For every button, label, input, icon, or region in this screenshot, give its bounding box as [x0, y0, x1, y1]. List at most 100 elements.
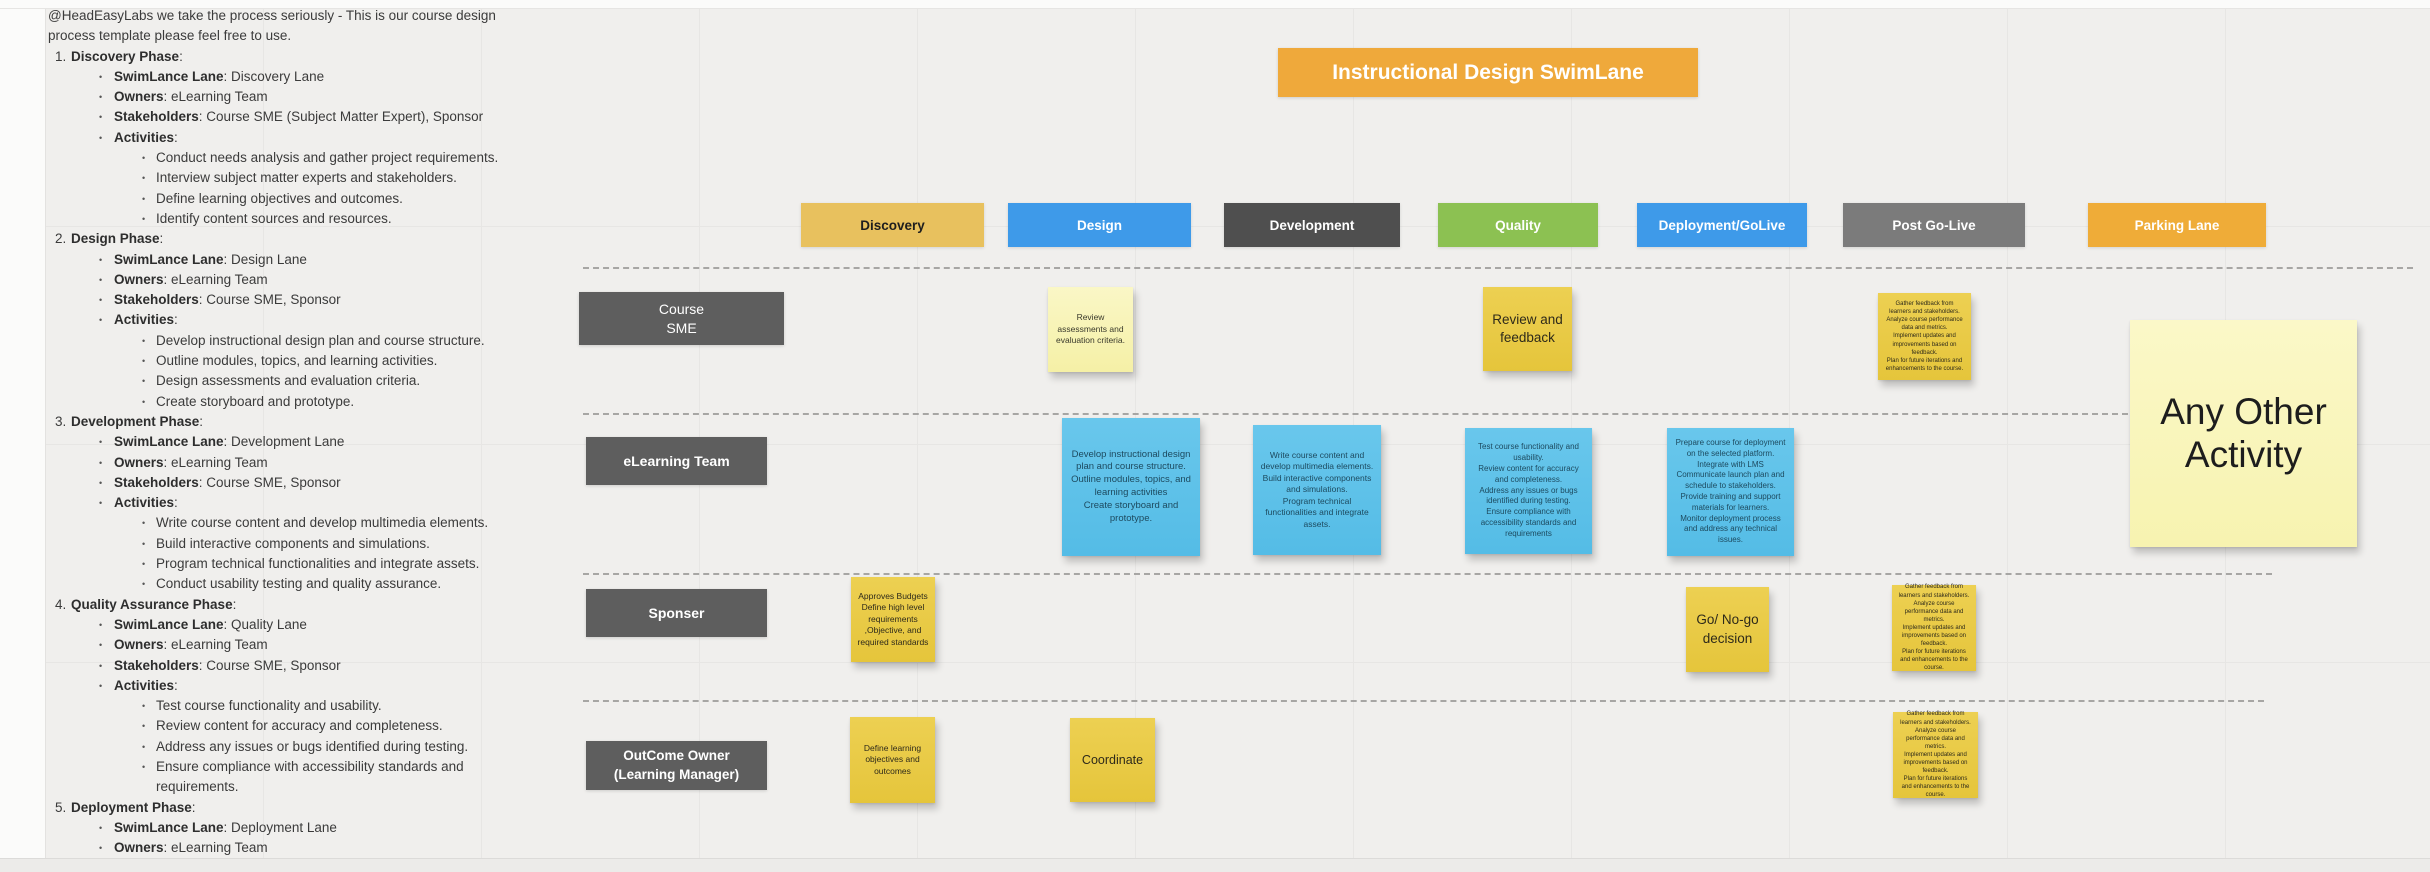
phase-property-text: Stakeholders: Course SME, Sponsor	[114, 657, 341, 673]
sticky-define-learning-objectives[interactable]: Define learning objectives and outcomes	[850, 717, 935, 803]
list-number: 3.	[55, 413, 67, 429]
bullet-dot: •	[99, 71, 103, 82]
bullet-dot: •	[99, 132, 103, 143]
board-title-banner[interactable]: Instructional Design SwimLane	[1278, 48, 1698, 97]
phase-property: • Owners: eLearning Team	[48, 453, 526, 473]
activity-item: • Define learning objectives and outcomes…	[48, 189, 526, 209]
activity-item: • Conduct usability testing and quality a…	[48, 574, 526, 594]
activity-item: • Outline modules, topics, and learning a…	[48, 351, 526, 371]
lane-header-design[interactable]: Design	[1008, 203, 1191, 247]
doc-intro: @HeadEasyLabs we take the process seriou…	[48, 6, 526, 47]
bullet-dot: •	[142, 213, 146, 224]
activity-item-text: Outline modules, topics, and learning ac…	[156, 353, 438, 369]
sticky-prepare-deployment[interactable]: Prepare course for deployment on the sel…	[1667, 428, 1794, 556]
lane-header-quality[interactable]: Quality	[1438, 203, 1598, 247]
bullet-dot: •	[99, 498, 103, 509]
bullet-dot: •	[99, 457, 103, 468]
phase-heading-text: Design Phase:	[71, 231, 164, 247]
sticky-write-course-content[interactable]: Write course content and develop multime…	[1253, 425, 1381, 555]
activity-item-text: Conduct usability testing and quality as…	[156, 576, 442, 592]
bullet-dot: •	[142, 761, 146, 772]
phase-property-text: Stakeholders: Course SME, Sponsor	[114, 292, 341, 308]
sticky-go-no-go-decision[interactable]: Go/ No-go decision	[1686, 587, 1769, 672]
sticky-review-and-feedback[interactable]: Review and feedback	[1483, 287, 1572, 371]
sticky-develop-design-plan[interactable]: Develop instructional design plan and co…	[1062, 418, 1200, 556]
phase-property-text: SwimLance Lane: Discovery Lane	[114, 68, 325, 84]
process-notes-document[interactable]: @HeadEasyLabs we take the process seriou…	[48, 6, 526, 870]
phase-property: • Stakeholders: Course SME, Sponsor	[48, 473, 526, 493]
phase-property: • Activities:	[48, 310, 526, 330]
bullet-dot: •	[142, 193, 146, 204]
phase-property: • Owners: eLearning Team	[48, 270, 526, 290]
bullet-dot: •	[142, 721, 146, 732]
phase-property-text: Stakeholders: Course SME (Subject Matter…	[114, 109, 484, 125]
phase-heading-text: Discovery Phase:	[71, 48, 183, 64]
lane-header-discovery[interactable]: Discovery	[801, 203, 984, 247]
bullet-dot: •	[99, 112, 103, 123]
phase-heading-text: Deployment Phase:	[71, 799, 196, 815]
activity-item: • Conduct needs analysis and gather proje…	[48, 148, 526, 168]
sticky-test-course-functionality[interactable]: Test course functionality and usability.…	[1465, 428, 1592, 554]
activity-item: • Build interactive components and simula…	[48, 534, 526, 554]
bullet-dot: •	[99, 640, 103, 651]
activity-item: • Test course functionality and usability…	[48, 696, 526, 716]
phase-heading: 1. Discovery Phase:	[48, 47, 526, 67]
list-number: 4.	[55, 596, 67, 612]
bullet-dot: •	[142, 579, 146, 590]
phase-property-text: SwimLance Lane: Deployment Lane	[114, 819, 337, 835]
phase-property-text: Stakeholders: Course SME, Sponsor	[114, 474, 341, 490]
activity-item: • Ensure compliance with accessibility st…	[48, 757, 526, 798]
activity-item-text: Write course content and develop multime…	[156, 515, 489, 531]
sticky-gather-feedback-outcome-owner[interactable]: Gather feedback from learners and stakeh…	[1893, 711, 1978, 798]
bullet-dot: •	[99, 254, 103, 265]
bullet-dot: •	[99, 92, 103, 103]
bullet-dot: •	[99, 477, 103, 488]
bullet-dot: •	[142, 538, 146, 549]
activity-item-text: Interview subject matter experts and sta…	[156, 170, 457, 186]
phase-property-text: Owners: eLearning Team	[114, 637, 268, 653]
activity-item-text: Conduct needs analysis and gather projec…	[156, 150, 499, 166]
sticky-review-assessments[interactable]: Review assessments and evaluation criter…	[1048, 287, 1133, 372]
bullet-dot: •	[142, 701, 146, 712]
bullet-dot: •	[99, 437, 103, 448]
row-label-outcome-owner-learning-manager[interactable]: OutCome Owner (Learning Manager)	[586, 741, 767, 790]
bullet-dot: •	[142, 396, 146, 407]
lane-separator	[583, 413, 2128, 415]
activity-item: • Develop instructional design plan and c…	[48, 331, 526, 351]
activity-item-text: Review content for accuracy and complete…	[156, 718, 443, 734]
phase-property: • SwimLance Lane: Design Lane	[48, 250, 526, 270]
sticky-approves-budgets[interactable]: Approves Budgets Define high level requi…	[851, 577, 935, 662]
bullet-dot: •	[142, 559, 146, 570]
row-label-sponser[interactable]: Sponser	[586, 589, 767, 637]
activity-item-text: Develop instructional design plan and co…	[156, 332, 485, 348]
row-label-elearning-team[interactable]: eLearning Team	[586, 437, 767, 485]
bullet-dot: •	[142, 173, 146, 184]
lane-separator	[583, 267, 2413, 269]
activity-item: • Program technical functionalities and i…	[48, 554, 526, 574]
lane-header-post-go-live[interactable]: Post Go-Live	[1843, 203, 2025, 247]
bullet-dot: •	[99, 660, 103, 671]
phase-heading-text: Development Phase:	[71, 413, 204, 429]
activity-item: • Address any issues or bugs identified d…	[48, 737, 526, 757]
lane-header-deployment-golive[interactable]: Deployment/GoLive	[1637, 203, 1807, 247]
lane-header-development[interactable]: Development	[1224, 203, 1400, 247]
bullet-dot: •	[142, 518, 146, 529]
phase-property: • Stakeholders: Course SME (Subject Matte…	[48, 107, 526, 127]
phase-property: • SwimLance Lane: Discovery Lane	[48, 67, 526, 87]
phase-property-text: SwimLance Lane: Quality Lane	[114, 616, 307, 632]
activity-item: • Design assessments and evaluation crite…	[48, 371, 526, 391]
row-label-course-sme[interactable]: Course SME	[579, 292, 784, 345]
canvas-bottom-edge	[0, 858, 2430, 872]
lane-header-parking-lane[interactable]: Parking Lane	[2088, 203, 2266, 247]
sticky-gather-feedback-sponser[interactable]: Gather feedback from learners and stakeh…	[1892, 584, 1976, 671]
sticky-coordinate[interactable]: Coordinate	[1070, 718, 1155, 802]
activity-item: • Identify content sources and resources.	[48, 209, 526, 229]
bullet-dot: •	[99, 315, 103, 326]
sticky-gather-feedback-course-sme[interactable]: Gather feedback from learners and stakeh…	[1878, 293, 1971, 380]
bullet-dot: •	[99, 274, 103, 285]
phase-property: • SwimLance Lane: Development Lane	[48, 432, 526, 452]
bullet-dot: •	[142, 153, 146, 164]
phase-property: • Activities:	[48, 493, 526, 513]
activity-item-text: Build interactive components and simulat…	[156, 535, 430, 551]
sticky-any-other-activity[interactable]: Any Other Activity	[2130, 320, 2357, 547]
